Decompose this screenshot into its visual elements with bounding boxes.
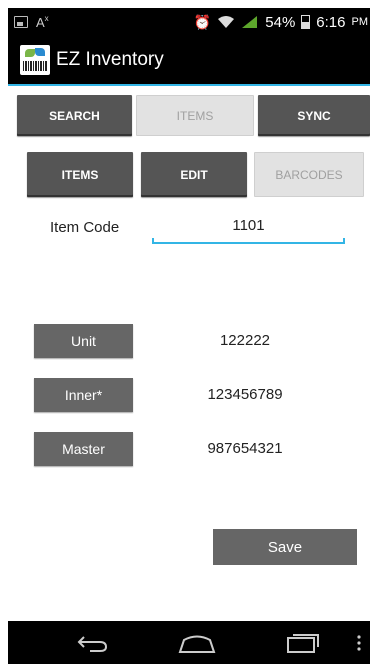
wifi-icon	[218, 16, 235, 28]
unit-barcode-value: 122222	[219, 332, 271, 349]
app-screen: Ax ⏰ 54% 6:16 PM EZ Inventory SEARCH ITEM…	[0, 0, 370, 664]
status-bar: Ax ⏰ 54% 6:16 PM	[8, 8, 370, 36]
tab-sync[interactable]: SYNC	[258, 95, 370, 136]
tab-items[interactable]: ITEMS	[136, 95, 254, 136]
app-title: EZ Inventory	[56, 49, 164, 70]
battery-icon	[301, 15, 311, 29]
navigation-bar	[8, 621, 370, 664]
back-icon[interactable]	[68, 621, 118, 664]
alarm-icon: ⏰	[193, 13, 212, 30]
item-code-input[interactable]: 1101	[152, 211, 345, 244]
master-button[interactable]: Master	[34, 432, 133, 466]
accessibility-badge: x	[44, 13, 49, 23]
home-icon[interactable]	[172, 621, 222, 664]
image-notification-icon	[14, 16, 28, 28]
battery-percent: 54%	[265, 13, 296, 31]
subtab-barcodes[interactable]: BARCODES	[254, 152, 364, 197]
item-code-label: Item Code	[50, 219, 120, 236]
app-logo-icon[interactable]	[20, 45, 50, 75]
tab-search[interactable]: SEARCH	[17, 95, 132, 136]
unit-button[interactable]: Unit	[34, 324, 133, 358]
inner-button[interactable]: Inner*	[34, 378, 133, 412]
inner-barcode-value: 123456789	[207, 386, 283, 403]
clock-ampm: PM	[351, 16, 369, 28]
master-barcode-value: 987654321	[207, 440, 283, 457]
signal-icon	[242, 16, 258, 28]
overflow-menu-icon[interactable]	[350, 621, 368, 664]
action-bar: EZ Inventory	[8, 36, 370, 86]
save-button[interactable]: Save	[213, 529, 357, 565]
item-code-value: 1101	[232, 217, 265, 234]
recent-apps-icon[interactable]	[278, 621, 328, 664]
accessibility-text: A	[36, 14, 45, 30]
clock-time: 6:16	[316, 13, 346, 31]
subtab-items[interactable]: ITEMS	[27, 152, 133, 197]
subtab-edit[interactable]: EDIT	[141, 152, 247, 197]
